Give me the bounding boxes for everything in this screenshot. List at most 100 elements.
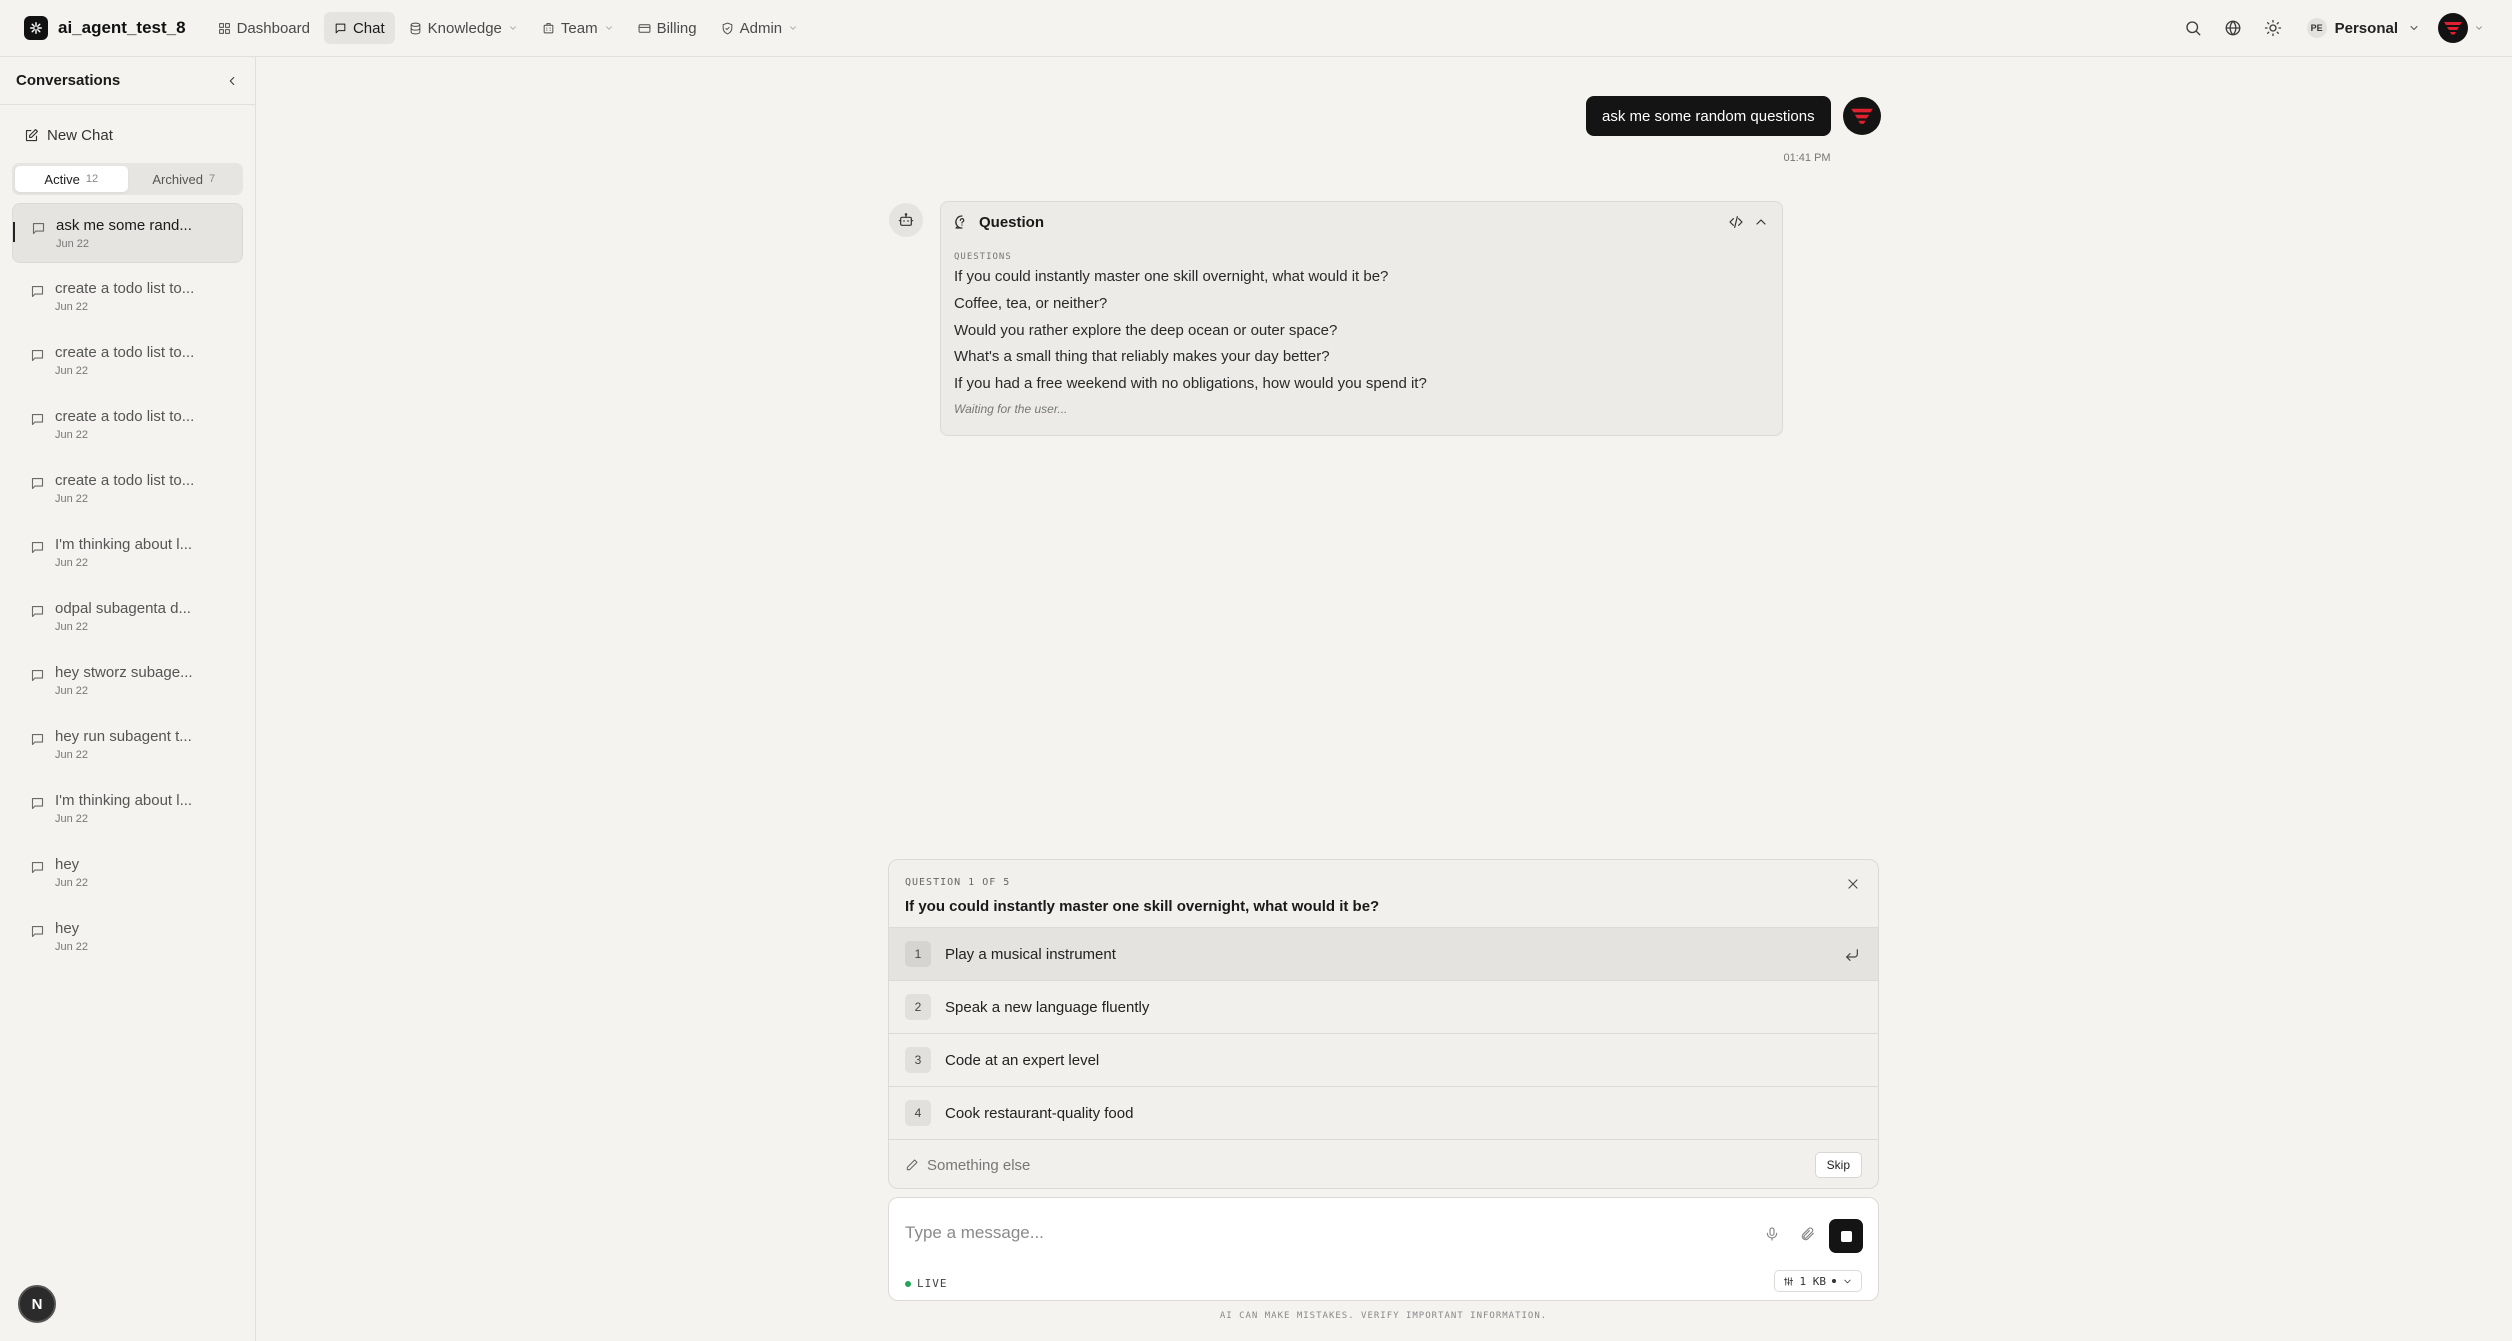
code-icon[interactable] xyxy=(1728,214,1744,230)
new-chat-button[interactable]: New Chat xyxy=(24,123,255,147)
answer-option[interactable]: 3 Code at an expert level xyxy=(889,1034,1878,1087)
nav-item-knowledge[interactable]: Knowledge xyxy=(399,12,528,44)
answer-option[interactable]: 2 Speak a new language fluently xyxy=(889,981,1878,1034)
conversation-item[interactable]: create a todo list to... Jun 22 xyxy=(12,331,243,391)
tab-label: Active xyxy=(44,171,80,187)
conversation-item[interactable]: odpal subagenta d... Jun 22 xyxy=(12,587,243,647)
sidebar-header: Conversations xyxy=(0,57,255,105)
conversation-item[interactable]: hey Jun 22 xyxy=(12,843,243,903)
chevron-up-icon[interactable] xyxy=(1753,214,1769,230)
close-icon[interactable] xyxy=(1846,877,1860,891)
chat-icon xyxy=(31,285,44,298)
globe-icon xyxy=(2225,20,2241,36)
brand[interactable]: ai_agent_test_8 xyxy=(24,16,186,40)
chat-icon xyxy=(31,861,44,874)
tab-count: 12 xyxy=(85,173,99,185)
collapse-sidebar-icon[interactable] xyxy=(225,74,239,88)
conversation-text: ask me some rand... Jun 22 xyxy=(56,217,192,250)
tab-active[interactable]: Active 12 xyxy=(15,166,128,192)
theme-toggle-button[interactable] xyxy=(2253,8,2293,48)
conversation-item[interactable]: create a todo list to... Jun 22 xyxy=(12,395,243,455)
nav-label: Admin xyxy=(739,19,783,37)
tab-label: Archived xyxy=(152,171,203,187)
nav-label: Chat xyxy=(352,19,385,37)
conversation-item[interactable]: create a todo list to... Jun 22 xyxy=(12,459,243,519)
assistant-avatar xyxy=(889,203,923,237)
live-label: LIVE xyxy=(917,1277,948,1290)
live-status: LIVE xyxy=(905,1277,948,1290)
avatar xyxy=(2438,13,2468,43)
something-else-row[interactable]: Something else Skip xyxy=(889,1140,1878,1188)
conversation-item[interactable]: create a todo list to... Jun 22 xyxy=(12,267,243,327)
chat-icon xyxy=(335,23,346,33)
conversation-item[interactable]: hey stworz subage... Jun 22 xyxy=(12,651,243,711)
nav-item-billing[interactable]: Billing xyxy=(628,12,707,44)
nav-label: Billing xyxy=(656,19,697,37)
chat-icon xyxy=(31,605,44,618)
chevron-down-icon xyxy=(2410,26,2418,30)
questions-list: If you could instantly master one skill … xyxy=(954,264,1782,398)
question-panel-header: QUESTION 1 OF 5 If you could instantly m… xyxy=(889,860,1878,928)
conversation-title: create a todo list to... xyxy=(55,344,195,361)
conversation-list: ask me some rand... Jun 22 create a todo l… xyxy=(0,203,255,967)
chat-icon xyxy=(31,669,44,682)
nav-item-chat[interactable]: Chat xyxy=(323,12,395,44)
conversation-date: Jun 22 xyxy=(55,813,89,825)
conversation-item[interactable]: hey run subagent t... Jun 22 xyxy=(12,715,243,775)
message-timestamp: 01:41 PM xyxy=(1783,152,1831,164)
answer-option[interactable]: 1 Play a musical instrument xyxy=(889,928,1878,981)
conversation-item[interactable]: ask me some rand... Jun 22 xyxy=(12,203,243,263)
message-input[interactable] xyxy=(905,1218,1725,1248)
conversation-title: hey xyxy=(55,920,80,937)
conversation-title: create a todo list to... xyxy=(55,280,195,297)
paperclip-icon[interactable] xyxy=(1800,1226,1816,1242)
question-card-title: Question xyxy=(979,213,1045,231)
stop-generation-button[interactable] xyxy=(1829,1219,1863,1253)
workspace-switcher[interactable]: PE Personal xyxy=(2306,12,2420,44)
app-name: ai_agent_test_8 xyxy=(58,18,186,37)
nav-item-admin[interactable]: Admin xyxy=(711,12,809,44)
nav-item-dashboard[interactable]: Dashboard xyxy=(208,12,320,44)
chevron-down-icon xyxy=(2476,26,2482,30)
chat-icon xyxy=(31,413,44,426)
conversation-title: odpal subagenta d... xyxy=(55,600,191,617)
new-chat-label: New Chat xyxy=(47,126,113,144)
conversation-item[interactable]: hey Jun 22 xyxy=(12,907,243,967)
option-number: 3 xyxy=(905,1047,931,1073)
language-button[interactable] xyxy=(2213,8,2253,48)
question-card-header[interactable]: Question xyxy=(941,202,1782,242)
conversation-title: create a todo list to... xyxy=(55,472,195,489)
conversation-text: hey stworz subage... Jun 22 xyxy=(55,664,193,697)
conversation-item[interactable]: I'm thinking about l... Jun 22 xyxy=(12,523,243,583)
search-icon xyxy=(2185,21,2201,36)
chat-icon xyxy=(31,541,44,554)
question-list-item: If you had a free weekend with no obliga… xyxy=(954,375,1427,393)
tab-archived[interactable]: Archived 7 xyxy=(128,166,241,192)
next-badge-button[interactable]: N xyxy=(18,1285,56,1323)
status-dot-icon xyxy=(1832,1279,1836,1283)
chat-icon xyxy=(31,349,44,362)
conversation-date: Jun 22 xyxy=(56,238,90,250)
database-icon xyxy=(410,22,420,34)
conversation-text: create a todo list to... Jun 22 xyxy=(55,408,194,441)
nav-item-team[interactable]: Team xyxy=(532,12,624,44)
microphone-icon[interactable] xyxy=(1764,1226,1780,1242)
context-size-dropdown[interactable]: 1 KB xyxy=(1773,1270,1862,1292)
option-number: 1 xyxy=(905,941,931,967)
user-menu[interactable] xyxy=(2438,13,2484,43)
question-card-actions xyxy=(1719,214,1769,230)
question-counter: QUESTION 1 OF 5 xyxy=(905,877,1011,888)
conversation-item[interactable]: I'm thinking about l... Jun 22 xyxy=(12,779,243,839)
user-message: ask me some random questions 01:41 PM xyxy=(1586,96,1831,164)
answer-option[interactable]: 4 Cook restaurant-quality food xyxy=(889,1087,1878,1140)
chevron-down-icon xyxy=(605,26,612,30)
conversation-text: create a todo list to... Jun 22 xyxy=(55,280,194,313)
tab-count: 7 xyxy=(208,173,216,185)
skip-button[interactable]: Skip xyxy=(1814,1152,1862,1178)
option-number: 2 xyxy=(905,994,931,1020)
question-bubble-icon xyxy=(955,215,965,229)
conversation-text: hey Jun 22 xyxy=(55,856,88,889)
conversation-title: hey run subagent t... xyxy=(55,728,192,745)
chevron-down-icon xyxy=(1844,1279,1851,1283)
search-button[interactable] xyxy=(2173,8,2213,48)
